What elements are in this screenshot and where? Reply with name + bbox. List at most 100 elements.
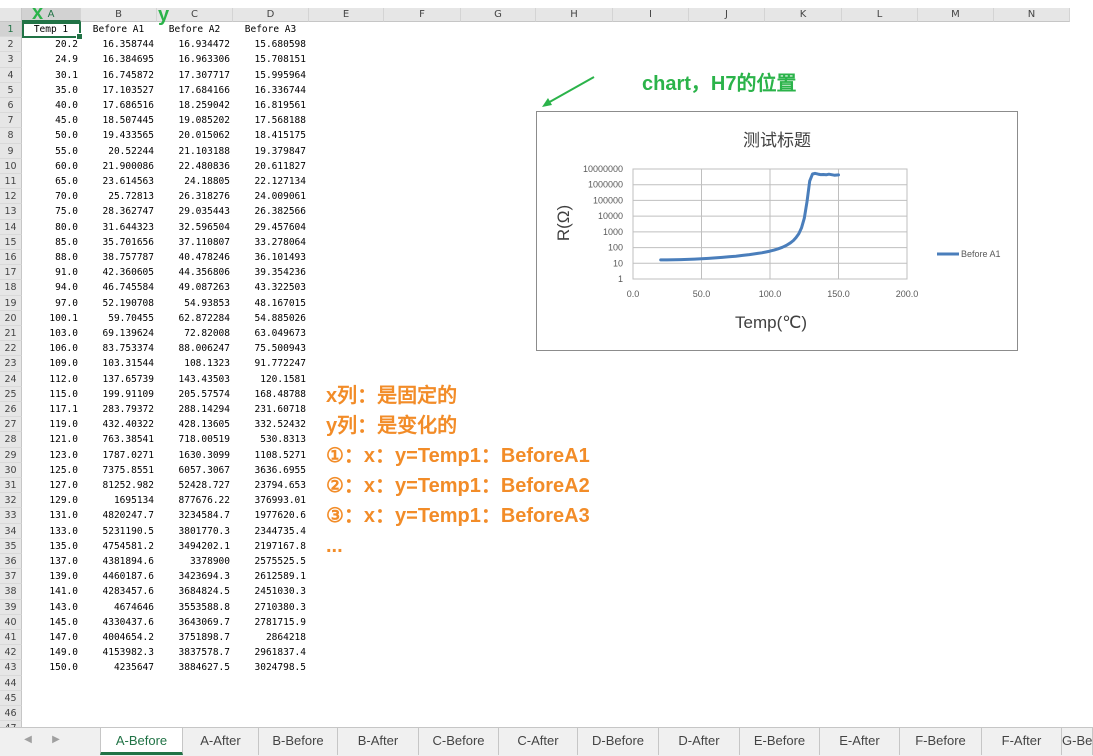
data-cell[interactable]: 145.0	[22, 615, 80, 630]
data-cell[interactable]: 16.358744	[81, 37, 156, 52]
data-cell[interactable]: 763.38541	[81, 432, 156, 447]
row-header[interactable]: 26	[0, 402, 22, 418]
data-cell[interactable]: 63.049673	[233, 326, 308, 341]
data-cell[interactable]: 18.415175	[233, 128, 308, 143]
row-header[interactable]: 33	[0, 508, 22, 524]
data-cell[interactable]: 97.0	[22, 296, 80, 311]
data-cell[interactable]: 43.322503	[233, 280, 308, 295]
data-cell[interactable]: 3884627.5	[157, 660, 232, 675]
data-cell[interactable]: 119.0	[22, 417, 80, 432]
data-cell[interactable]: 100.1	[22, 311, 80, 326]
column-header-h[interactable]: H	[536, 8, 613, 22]
data-cell[interactable]: 15.995964	[233, 68, 308, 83]
data-cell[interactable]: 16.819561	[233, 98, 308, 113]
data-cell[interactable]: 103.0	[22, 326, 80, 341]
data-cell[interactable]: 75.500943	[233, 341, 308, 356]
data-cell[interactable]: 7375.8551	[81, 463, 156, 478]
row-header[interactable]: 36	[0, 554, 22, 570]
data-cell[interactable]: 46.745584	[81, 280, 156, 295]
row-header[interactable]: 22	[0, 341, 22, 357]
data-cell[interactable]: 32.596504	[157, 220, 232, 235]
data-cell[interactable]: 91.0	[22, 265, 80, 280]
data-cell[interactable]: 376993.01	[233, 493, 308, 508]
column-header-e[interactable]: E	[309, 8, 384, 22]
data-cell[interactable]: 19.379847	[233, 144, 308, 159]
data-cell[interactable]: 150.0	[22, 660, 80, 675]
data-cell[interactable]: 3837578.7	[157, 645, 232, 660]
row-header[interactable]: 2	[0, 37, 22, 53]
header-cell[interactable]: Before A1	[81, 22, 156, 37]
data-cell[interactable]: 23.614563	[81, 174, 156, 189]
data-cell[interactable]: 20.015062	[157, 128, 232, 143]
data-cell[interactable]: 29.035443	[157, 204, 232, 219]
row-header[interactable]: 4	[0, 67, 22, 83]
data-cell[interactable]: 40.478246	[157, 250, 232, 265]
data-cell[interactable]: 1630.3099	[157, 448, 232, 463]
data-cell[interactable]: 428.13605	[157, 417, 232, 432]
row-header[interactable]: 43	[0, 660, 22, 676]
sheet-tab-a-before[interactable]: A-Before	[100, 728, 183, 755]
row-header[interactable]: 38	[0, 584, 22, 600]
data-cell[interactable]: 36.101493	[233, 250, 308, 265]
data-cell[interactable]: 2781715.9	[233, 615, 308, 630]
data-cell[interactable]: 48.167015	[233, 296, 308, 311]
data-cell[interactable]: 4460187.6	[81, 569, 156, 584]
data-cell[interactable]: 16.384695	[81, 52, 156, 67]
data-cell[interactable]: 332.52432	[233, 417, 308, 432]
row-header[interactable]: 20	[0, 310, 22, 326]
data-cell[interactable]: 94.0	[22, 280, 80, 295]
data-cell[interactable]: 2864218	[233, 630, 308, 645]
column-header-l[interactable]: L	[842, 8, 918, 22]
data-cell[interactable]: 2710380.3	[233, 600, 308, 615]
sheet-tab-d-after[interactable]: D-After	[659, 728, 740, 755]
data-cell[interactable]: 18.259042	[157, 98, 232, 113]
sheet-tab-c-after[interactable]: C-After	[499, 728, 578, 755]
row-header[interactable]: 21	[0, 326, 22, 342]
header-cell[interactable]: Temp 1	[22, 22, 80, 37]
data-cell[interactable]: 1977620.6	[233, 508, 308, 523]
row-header[interactable]: 6	[0, 98, 22, 114]
data-cell[interactable]: 3378900	[157, 554, 232, 569]
data-cell[interactable]: 129.0	[22, 493, 80, 508]
data-cell[interactable]: 1108.5271	[233, 448, 308, 463]
data-cell[interactable]: 70.0	[22, 189, 80, 204]
data-cell[interactable]: 18.507445	[81, 113, 156, 128]
data-cell[interactable]: 3801770.3	[157, 524, 232, 539]
data-cell[interactable]: 3494202.1	[157, 539, 232, 554]
data-cell[interactable]: 121.0	[22, 432, 80, 447]
data-cell[interactable]: 54.885026	[233, 311, 308, 326]
data-cell[interactable]: 5231190.5	[81, 524, 156, 539]
data-cell[interactable]: 52.190708	[81, 296, 156, 311]
data-cell[interactable]: 103.31544	[81, 356, 156, 371]
row-header[interactable]: 39	[0, 599, 22, 615]
row-header[interactable]: 29	[0, 447, 22, 463]
row-header[interactable]: 1	[0, 22, 22, 38]
data-cell[interactable]: 28.362747	[81, 204, 156, 219]
column-header-d[interactable]: D	[233, 8, 309, 22]
header-cell[interactable]: Before A3	[233, 22, 308, 37]
data-cell[interactable]: 137.65739	[81, 372, 156, 387]
row-header[interactable]: 11	[0, 174, 22, 190]
data-cell[interactable]: 16.745872	[81, 68, 156, 83]
data-cell[interactable]: 131.0	[22, 508, 80, 523]
data-cell[interactable]: 120.1581	[233, 372, 308, 387]
data-cell[interactable]: 26.318276	[157, 189, 232, 204]
data-cell[interactable]: 83.753374	[81, 341, 156, 356]
data-cell[interactable]: 21.900086	[81, 159, 156, 174]
row-header[interactable]: 8	[0, 128, 22, 144]
column-header-a[interactable]: A	[22, 8, 81, 22]
data-cell[interactable]: 139.0	[22, 569, 80, 584]
data-cell[interactable]: 123.0	[22, 448, 80, 463]
data-cell[interactable]: 24.18805	[157, 174, 232, 189]
data-cell[interactable]: 33.278064	[233, 235, 308, 250]
data-cell[interactable]: 23794.653	[233, 478, 308, 493]
data-cell[interactable]: 168.48788	[233, 387, 308, 402]
data-cell[interactable]: 35.701656	[81, 235, 156, 250]
data-cell[interactable]: 6057.3067	[157, 463, 232, 478]
data-cell[interactable]: 4153982.3	[81, 645, 156, 660]
data-cell[interactable]: 22.480836	[157, 159, 232, 174]
row-header[interactable]: 34	[0, 523, 22, 539]
data-cell[interactable]: 21.103188	[157, 144, 232, 159]
row-header[interactable]: 24	[0, 371, 22, 387]
data-cell[interactable]: 26.382566	[233, 204, 308, 219]
